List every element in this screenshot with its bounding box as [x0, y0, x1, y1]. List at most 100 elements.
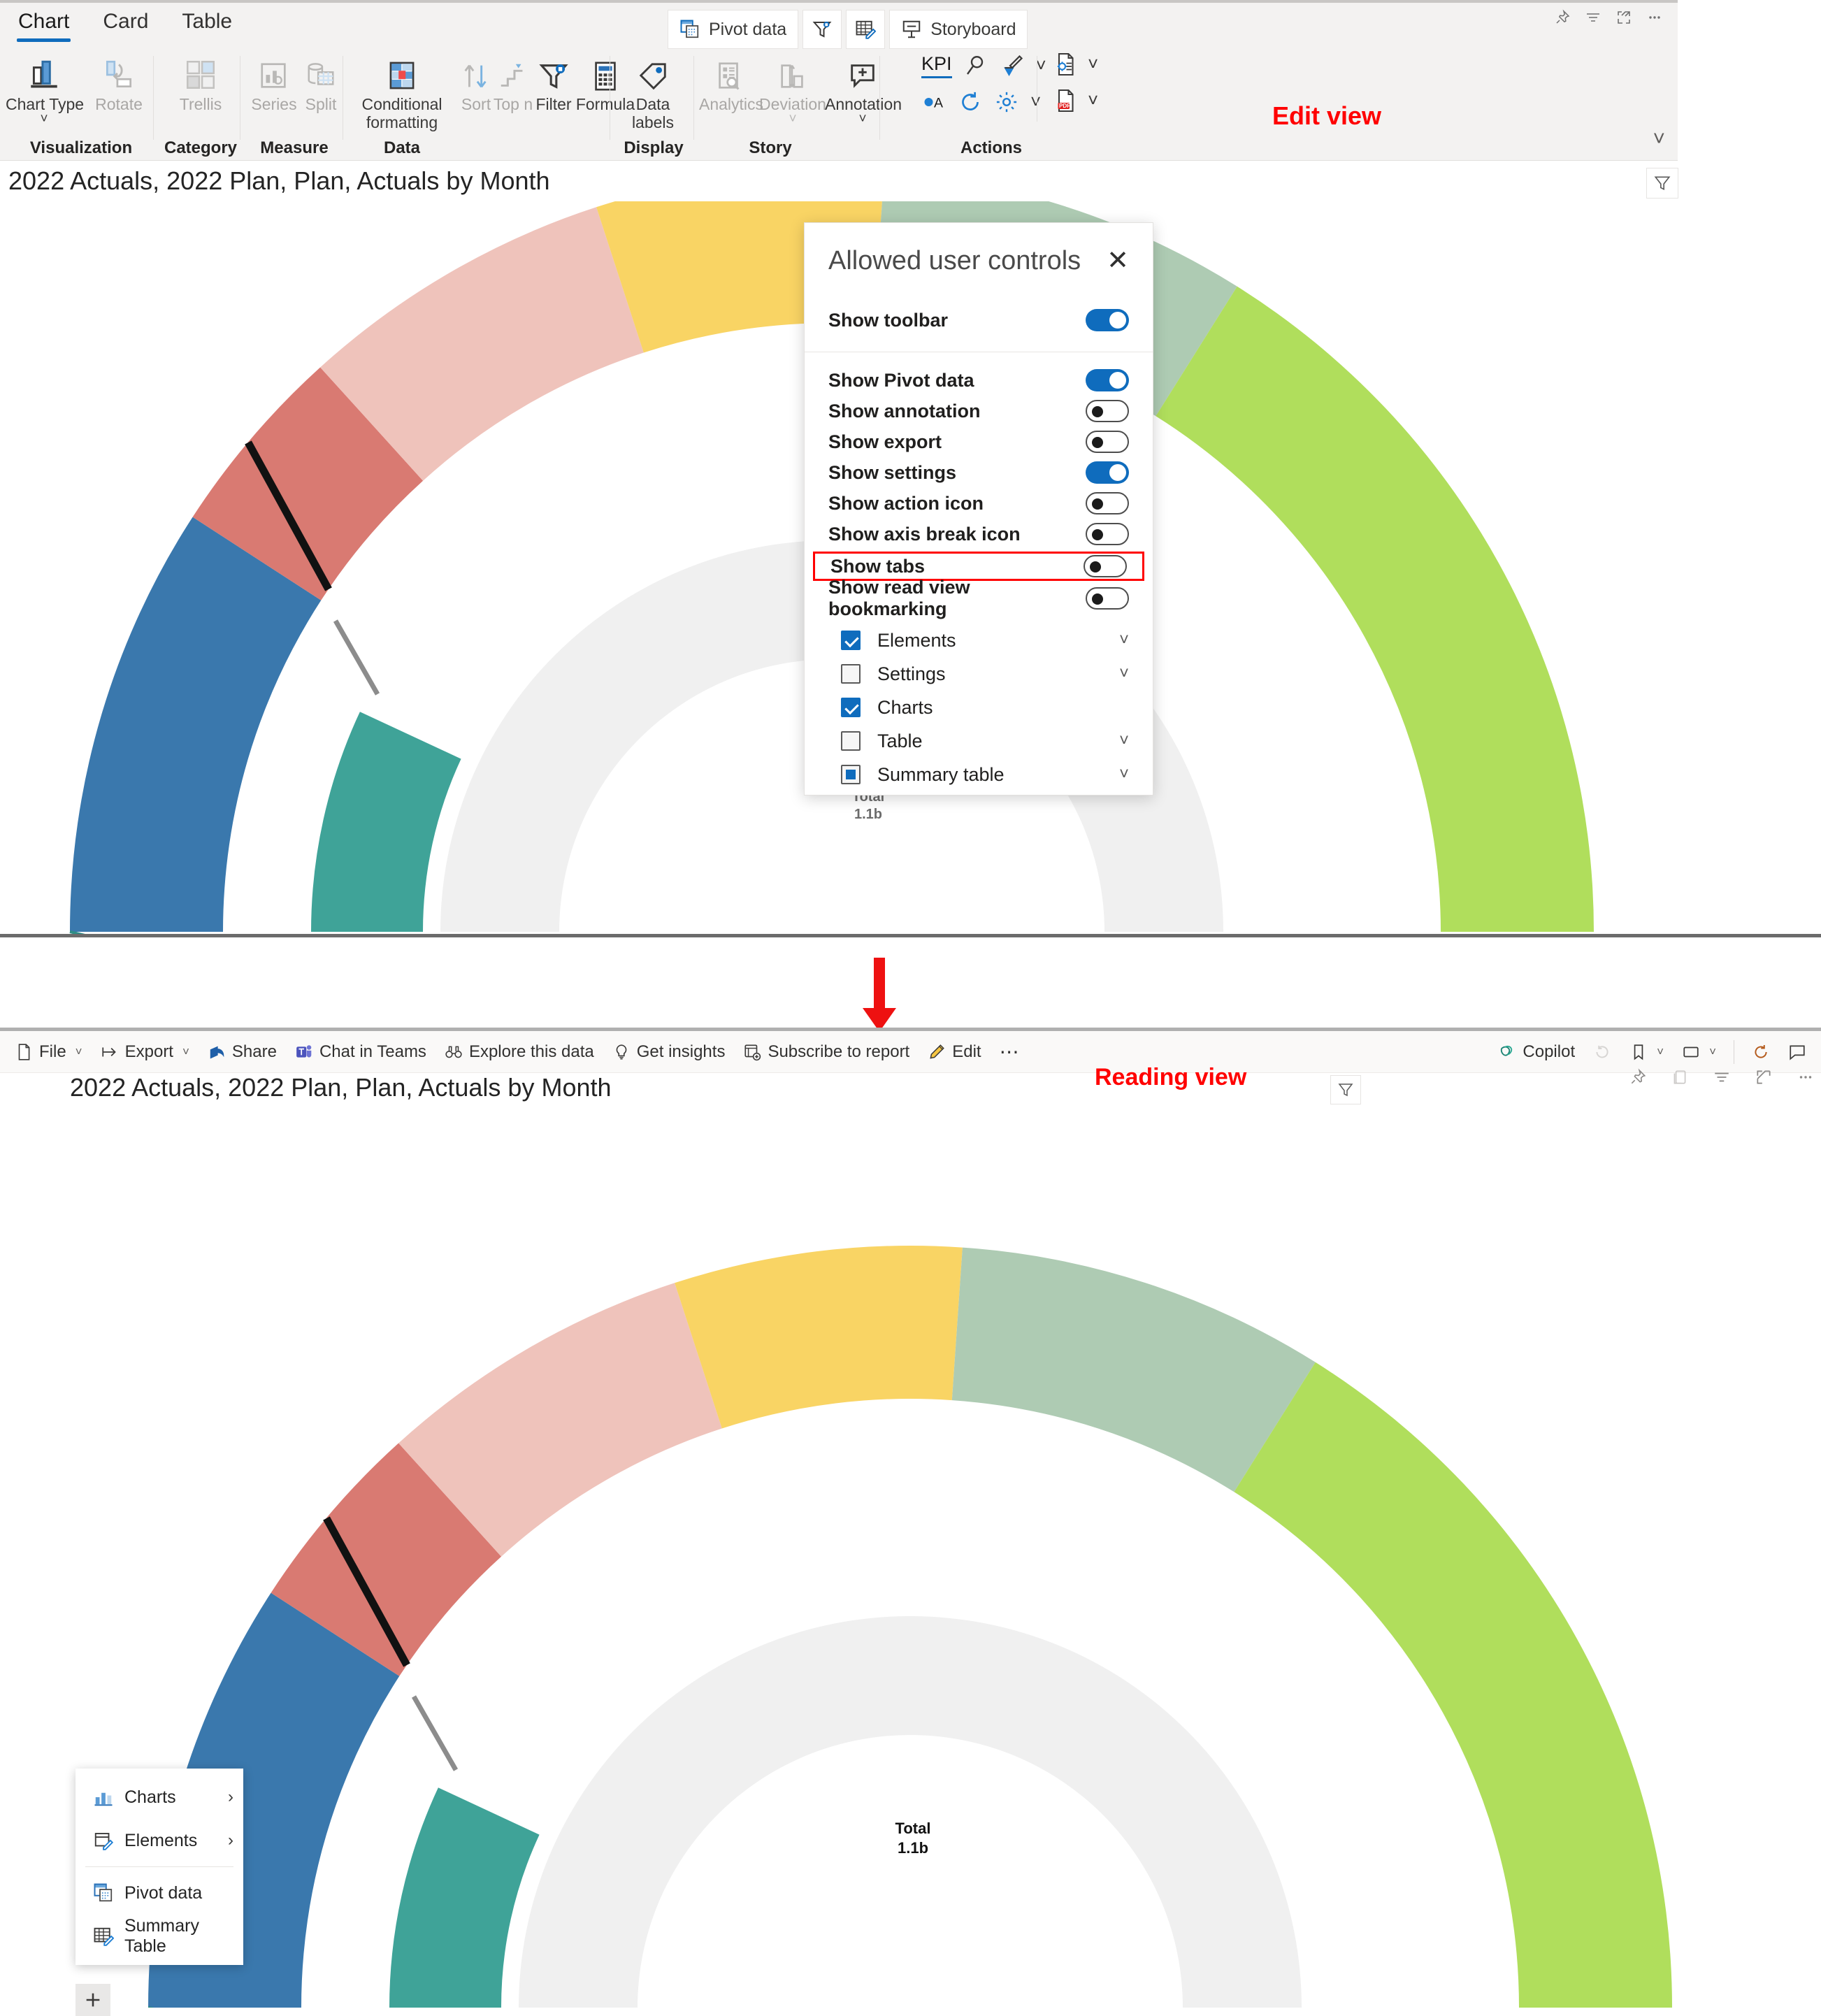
ribbon-item-conditional-formatting[interactable]: Conditional formatting [350, 52, 454, 132]
context-menu-item-charts[interactable]: Charts › [75, 1776, 243, 1819]
checkbox-table[interactable] [841, 731, 861, 751]
quick-filter-button[interactable] [802, 10, 842, 49]
checkbox-row-table[interactable]: Table ˅ [805, 724, 1153, 758]
chevron-right-icon[interactable]: › [228, 1831, 233, 1850]
toolbar-copilot-button[interactable]: Copilot [1488, 1031, 1584, 1073]
chevron-down-icon[interactable]: ˅ [1088, 89, 1098, 111]
read-filter-button[interactable] [1330, 1075, 1361, 1104]
more-ellipsis-icon: ⋯ [999, 1041, 1019, 1063]
checkbox-settings[interactable] [841, 664, 861, 684]
gear-icon[interactable] [994, 89, 1019, 115]
ribbon-item-split: Split [301, 52, 341, 113]
kpi-button[interactable]: KPI [921, 53, 952, 78]
chevron-down-icon[interactable]: ˅ [1030, 91, 1041, 113]
checkbox-charts[interactable] [841, 698, 861, 717]
refresh-icon[interactable] [958, 89, 983, 115]
toolbar-comment-button[interactable] [1779, 1031, 1815, 1073]
chevron-down-icon[interactable]: ˅ [1657, 1045, 1664, 1059]
conditional-formatting-icon [350, 52, 454, 92]
add-tab-button[interactable] [75, 1984, 110, 2016]
edit-filter-button[interactable] [1646, 168, 1678, 199]
toolbar-export-button[interactable]: Export ˅ [92, 1031, 199, 1073]
auto-text-icon[interactable]: A [921, 89, 947, 115]
ribbon-collapse-chevron-icon[interactable]: ˅ [1653, 127, 1665, 151]
toolbar-chat-in-teams-button[interactable]: Chat in Teams [286, 1031, 436, 1073]
trellis-icon [169, 52, 232, 92]
chevron-right-icon[interactable]: › [228, 1787, 233, 1807]
chevron-down-icon[interactable]: ˅ [1088, 53, 1098, 75]
chevron-down-icon[interactable]: ˅ [1119, 765, 1129, 784]
toolbar-share-button[interactable]: Share [199, 1031, 286, 1073]
copy-icon[interactable] [1671, 1068, 1689, 1086]
filter-lines-icon[interactable] [1713, 1068, 1731, 1086]
toggle-row-show-action-icon[interactable]: Show action icon [805, 488, 1153, 519]
toolbar-file-button[interactable]: File ˅ [6, 1031, 92, 1073]
toolbar-more-button[interactable]: ⋯ [991, 1031, 1028, 1073]
toolbar-refresh-button[interactable] [1743, 1031, 1779, 1073]
toggle-row-show-export[interactable]: Show export [805, 426, 1153, 457]
toggle-show-settings[interactable] [1086, 461, 1129, 484]
toggle-row-show-read-view-bookmarking[interactable]: Show read view bookmarking [805, 577, 1153, 619]
checkbox-elements[interactable] [841, 631, 861, 650]
toggle-row-show-settings[interactable]: Show settings [805, 457, 1153, 488]
pin-icon[interactable] [1549, 6, 1576, 29]
toolbar-reset-button[interactable] [1584, 1031, 1620, 1073]
toggle-show-toolbar[interactable] [1086, 309, 1129, 331]
toggle-row-show-toolbar[interactable]: Show toolbar [805, 298, 1153, 342]
toggle-row-show-axis-break-icon[interactable]: Show axis break icon [805, 519, 1153, 549]
toggle-show-axis-break-icon[interactable] [1086, 523, 1129, 545]
chevron-down-icon[interactable]: ˅ [1119, 664, 1129, 684]
read-center-total: Total 1.1b [871, 1819, 955, 1857]
chevron-down-icon[interactable]: ˅ [75, 1045, 82, 1059]
checkbox-row-charts[interactable]: Charts ˅ [805, 691, 1153, 724]
more-ellipsis-icon[interactable] [1797, 1068, 1815, 1086]
tab-card[interactable]: Card [99, 7, 152, 43]
pin-icon[interactable] [1629, 1068, 1647, 1086]
ribbon-item-filter[interactable]: Filter [532, 52, 575, 113]
toggle-show-annotation[interactable] [1086, 400, 1129, 422]
more-ellipsis-icon[interactable] [1641, 6, 1668, 29]
chevron-down-icon[interactable]: ˅ [6, 112, 82, 127]
ribbon-item-chart-type[interactable]: Chart Type ˅ [6, 52, 84, 127]
checkbox-row-summary-table[interactable]: Summary table ˅ [805, 758, 1153, 791]
toolbar-subscribe-to-report-button[interactable]: Subscribe to report [734, 1031, 919, 1073]
chevron-down-icon[interactable]: ˅ [182, 1045, 189, 1059]
pdf-export-icon[interactable]: PDF [1053, 88, 1078, 113]
search-icon[interactable] [963, 53, 988, 78]
context-menu-item-elements[interactable]: Elements › [75, 1819, 243, 1862]
toggle-row-show-pivot-data[interactable]: Show Pivot data [805, 365, 1153, 396]
context-menu-item-summary-table[interactable]: Summary Table [75, 1915, 243, 1958]
toolbar-bookmark-button[interactable]: ˅ [1620, 1031, 1673, 1073]
settings-doc-icon[interactable] [1053, 52, 1078, 77]
popout-icon[interactable] [1755, 1068, 1773, 1086]
quick-storyboard-button[interactable]: Storyboard [889, 10, 1028, 49]
toolbar-edit-button[interactable]: Edit [919, 1031, 990, 1073]
ring-inner-teal [311, 712, 461, 932]
toolbar-get-insights-button[interactable]: Get insights [603, 1031, 735, 1073]
filter-lines-icon[interactable] [1580, 6, 1606, 29]
chevron-down-icon[interactable]: ˅ [1119, 631, 1129, 650]
toggle-row-show-annotation[interactable]: Show annotation [805, 396, 1153, 426]
tab-table[interactable]: Table [178, 7, 236, 43]
close-icon[interactable]: ✕ [1107, 247, 1129, 274]
checkbox-row-settings[interactable]: Settings ˅ [805, 657, 1153, 691]
toolbar-explore-this-data-button[interactable]: Explore this data [436, 1031, 603, 1073]
toggle-show-tabs[interactable] [1084, 555, 1127, 577]
quick-pivot-data-button[interactable]: Pivot data [668, 10, 799, 49]
chevron-down-icon[interactable]: ˅ [1709, 1045, 1716, 1059]
chevron-down-icon[interactable]: ˅ [1119, 731, 1129, 751]
paint-brush-icon[interactable] [1000, 53, 1025, 78]
charts-icon [88, 1787, 119, 1808]
toggle-show-read-view-bookmarking[interactable] [1086, 587, 1129, 610]
quick-summary-table-button[interactable] [846, 10, 886, 49]
toggle-show-pivot-data[interactable] [1086, 369, 1129, 391]
tab-chart[interactable]: Chart [14, 7, 73, 43]
ribbon-item-data-labels[interactable]: Data labels [621, 52, 685, 132]
context-menu-item-pivot-data[interactable]: Pivot data [75, 1871, 243, 1915]
checkbox-summary-table[interactable] [841, 765, 861, 784]
toggle-show-action-icon[interactable] [1086, 492, 1129, 514]
checkbox-row-elements[interactable]: Elements ˅ [805, 624, 1153, 657]
toggle-show-export[interactable] [1086, 431, 1129, 453]
popout-icon[interactable] [1611, 6, 1637, 29]
toolbar-view-button[interactable]: ˅ [1673, 1031, 1725, 1073]
